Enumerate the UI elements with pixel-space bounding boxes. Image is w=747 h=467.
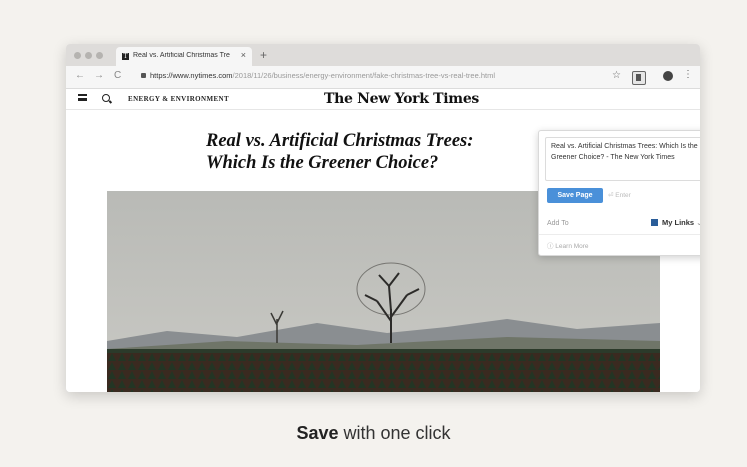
headline-line-1: Real vs. Artificial Christmas Trees:: [206, 131, 474, 151]
learn-more-link[interactable]: ⓘ Learn More: [547, 240, 589, 250]
tab-title: Real vs. Artificial Christmas Tre: [133, 52, 230, 59]
headline-line-2: Which Is the Greener Choice?: [206, 153, 439, 173]
marketing-caption: Save with one click: [0, 423, 747, 444]
chevron-down-icon: ⌄: [696, 218, 700, 227]
collection-dropdown[interactable]: My Links ⌄: [651, 218, 700, 227]
minimize-window-dot[interactable]: [85, 52, 92, 59]
back-button[interactable]: ←: [75, 70, 85, 81]
new-tab-button[interactable]: +: [260, 48, 267, 62]
collection-icon: [651, 219, 658, 226]
reload-button[interactable]: C: [114, 70, 121, 81]
caption-rest: with one click: [338, 423, 451, 443]
tab-close-icon[interactable]: ×: [241, 50, 246, 60]
bookmark-star-icon[interactable]: ☆: [612, 70, 621, 81]
article-headline: Real vs. Artificial Christmas Trees: Whi…: [206, 130, 506, 174]
browser-menu-icon[interactable]: ⋮: [683, 69, 693, 80]
address-bar[interactable]: https://www.nytimes.com/2018/11/26/busin…: [150, 71, 570, 80]
site-navigation: ENERGY & ENVIRONMENT The New York Times: [66, 89, 700, 110]
save-page-button[interactable]: Save Page: [547, 188, 603, 203]
nyt-masthead-logo[interactable]: The New York Times: [324, 91, 479, 107]
forward-button[interactable]: →: [94, 70, 104, 81]
add-to-label: Add To: [547, 220, 569, 227]
popup-divider: [539, 234, 700, 235]
caption-bold: Save: [296, 423, 339, 443]
url-host: https://www.nytimes.com: [150, 71, 233, 80]
tab-bar: T Real vs. Artificial Christmas Tre × +: [66, 44, 700, 66]
section-link[interactable]: ENERGY & ENVIRONMENT: [128, 95, 229, 103]
nyt-favicon-icon: T: [122, 53, 129, 60]
hamburger-menu-icon[interactable]: [78, 94, 87, 101]
zoom-window-dot[interactable]: [96, 52, 103, 59]
profile-avatar-icon[interactable]: [663, 71, 673, 81]
save-popup: Real vs. Artificial Christmas Trees: Whi…: [538, 130, 700, 256]
enter-hint: ⏎ Enter: [608, 192, 631, 199]
close-window-dot[interactable]: [74, 52, 81, 59]
browser-tab[interactable]: T Real vs. Artificial Christmas Tre ×: [116, 47, 252, 66]
lock-icon: [141, 73, 146, 78]
search-icon[interactable]: [102, 94, 110, 102]
page-title-field[interactable]: Real vs. Artificial Christmas Trees: Whi…: [545, 137, 700, 181]
save-extension-icon[interactable]: [632, 71, 646, 85]
url-path: /2018/11/26/business/energy-environment/…: [232, 71, 496, 80]
collection-name: My Links: [662, 218, 695, 227]
toolbar: ← → C https://www.nytimes.com/2018/11/26…: [66, 66, 700, 89]
browser-window: T Real vs. Artificial Christmas Tre × + …: [66, 44, 700, 392]
